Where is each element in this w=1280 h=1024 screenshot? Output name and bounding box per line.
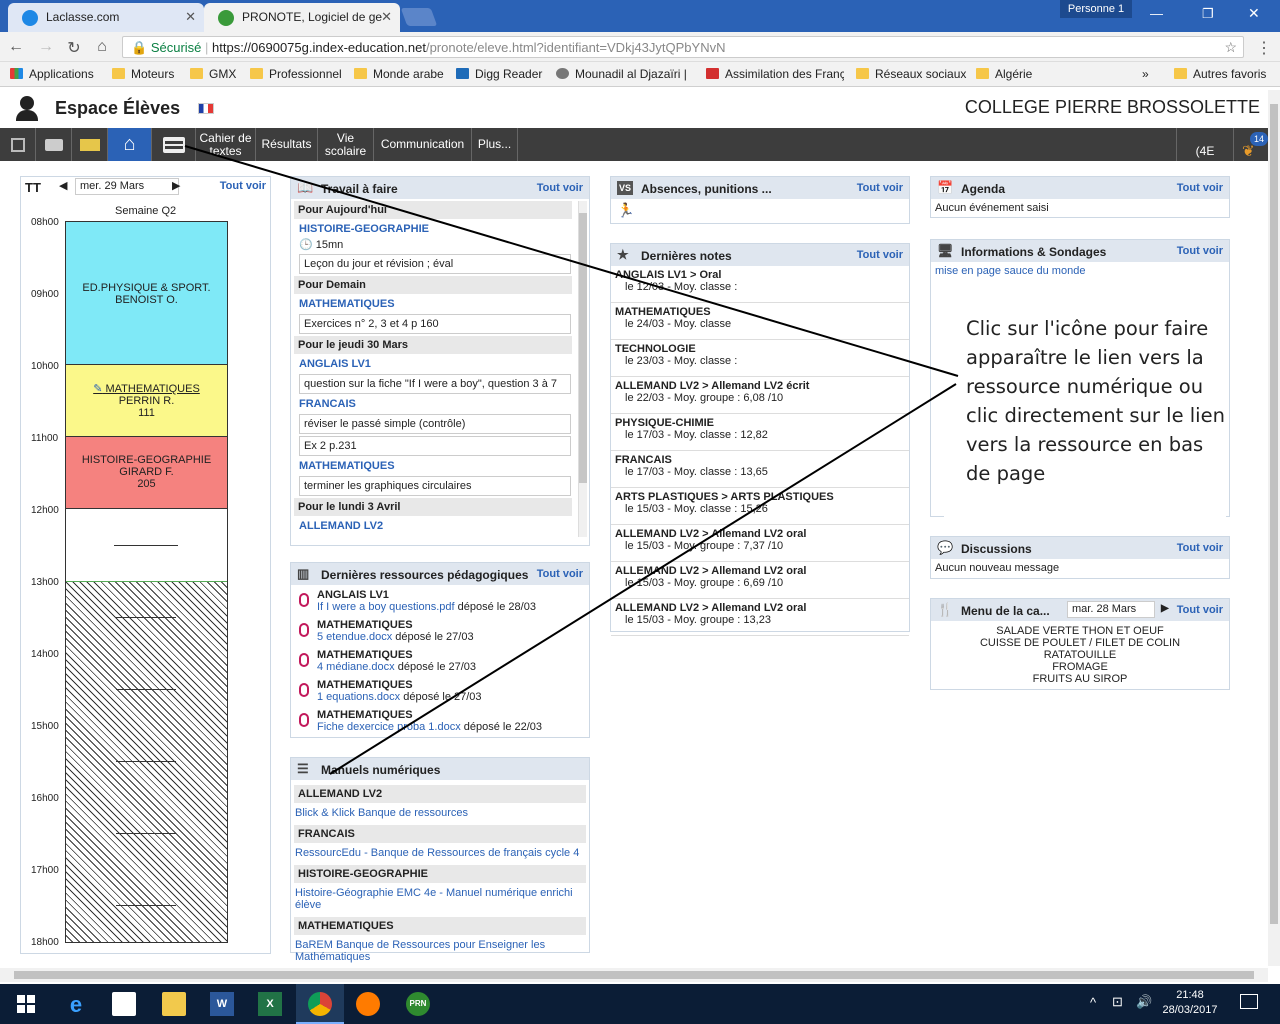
clock[interactable]: 21:48 28/03/2017 (1160, 988, 1220, 1018)
firefox-icon[interactable] (356, 992, 380, 1016)
edge-icon[interactable]: e (64, 992, 88, 1017)
clock-time: 21:48 (1176, 989, 1204, 1001)
store-icon[interactable] (112, 992, 136, 1016)
word-icon[interactable]: W (210, 992, 234, 1016)
chrome-taskbar-button[interactable] (296, 984, 344, 1024)
action-center-icon[interactable] (1240, 994, 1258, 1009)
horizontal-scrollbar[interactable] (0, 968, 1268, 982)
volume-icon[interactable]: 🔊 (1136, 994, 1152, 1010)
arrow-to-icon (184, 145, 959, 377)
clock-date: 28/03/2017 (1162, 1004, 1218, 1016)
excel-icon[interactable]: X (258, 992, 282, 1016)
vertical-scrollbar[interactable] (1268, 90, 1280, 966)
explorer-icon[interactable] (162, 992, 186, 1016)
windows-taskbar: e W X PRN ^ ⊡ 🔊 21:48 28/03/2017 (0, 984, 1280, 1024)
arrow-to-manuels (329, 383, 957, 775)
annotation-arrows (184, 145, 959, 775)
pronote-icon[interactable]: PRN (406, 992, 430, 1016)
windows-start-icon[interactable] (14, 992, 38, 1016)
chrome-icon (308, 992, 332, 1016)
network-icon[interactable]: ⊡ (1112, 994, 1123, 1010)
tray-chevron-icon[interactable]: ^ (1090, 995, 1096, 1010)
